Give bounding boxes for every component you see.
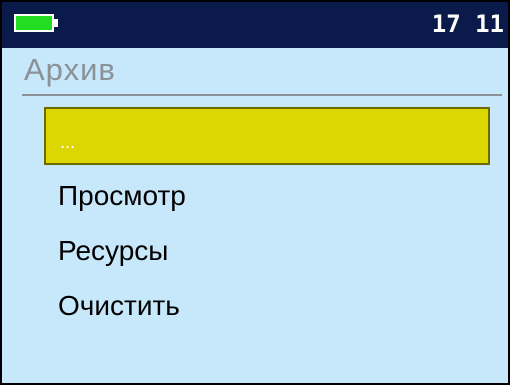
menu-list: ... Просмотр Ресурсы Очистить xyxy=(44,107,490,333)
menu-item-clear[interactable]: Очистить xyxy=(44,278,490,333)
menu-item-view[interactable]: Просмотр xyxy=(44,168,490,223)
device-frame: 17 11 Архив ... Просмотр Ресурсы Очистит… xyxy=(0,0,510,385)
menu-item-resources[interactable]: Ресурсы xyxy=(44,223,490,278)
device-screen: 17 11 Архив ... Просмотр Ресурсы Очистит… xyxy=(2,2,508,383)
status-bar: 17 11 xyxy=(2,2,508,48)
menu-item-back[interactable]: ... xyxy=(44,107,490,165)
battery-icon xyxy=(14,14,54,32)
screen-title: Архив xyxy=(24,52,116,87)
battery-tip xyxy=(54,19,58,27)
clock: 17 11 xyxy=(431,10,504,38)
title-divider xyxy=(22,94,502,96)
